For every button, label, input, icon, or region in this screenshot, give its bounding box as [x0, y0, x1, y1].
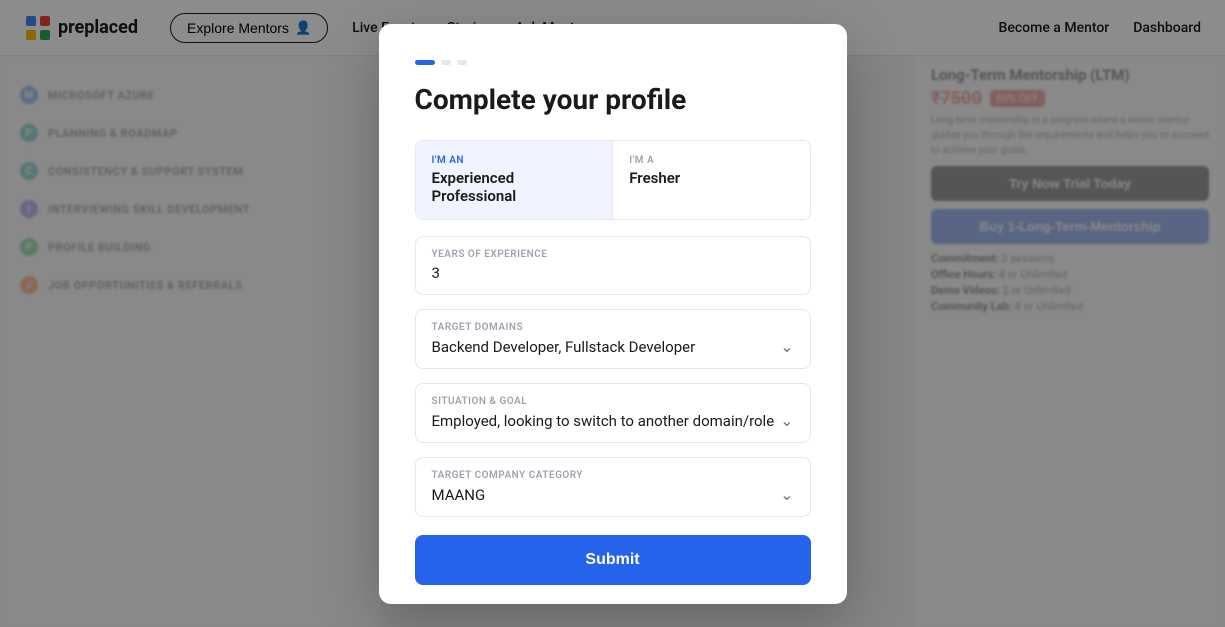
role-experienced-label: I'M AN [432, 155, 596, 166]
modal-overlay: Complete your profile I'M AN Experienced… [0, 0, 1225, 627]
chevron-down-icon-2: ⌄ [780, 411, 793, 430]
domains-label: TARGET DOMAINS [432, 322, 794, 333]
years-label: YEARS OF EXPERIENCE [432, 249, 794, 260]
submit-button[interactable]: Submit [415, 535, 811, 585]
company-value: MAANG [432, 486, 486, 504]
role-fresher-value: Fresher [629, 169, 793, 187]
progress-dot-inactive [441, 60, 451, 65]
role-experienced-value: Experienced Professional [432, 169, 596, 205]
role-experienced[interactable]: I'M AN Experienced Professional [416, 141, 612, 219]
situation-goal-field[interactable]: SITUATION & GOAL Employed, looking to sw… [415, 383, 811, 443]
role-fresher[interactable]: I'M A Fresher [613, 141, 809, 219]
progress-dot-inactive-2 [457, 60, 467, 65]
domains-value: Backend Developer, Fullstack Developer [432, 338, 696, 356]
chevron-down-icon-3: ⌄ [780, 485, 793, 504]
years-of-experience-field[interactable]: YEARS OF EXPERIENCE 3 [415, 236, 811, 295]
complete-profile-modal: Complete your profile I'M AN Experienced… [379, 24, 847, 604]
situation-label: SITUATION & GOAL [432, 396, 794, 407]
role-selector[interactable]: I'M AN Experienced Professional I'M A Fr… [415, 140, 811, 220]
progress-indicator [415, 60, 811, 65]
years-value: 3 [432, 264, 794, 282]
target-company-field[interactable]: TARGET COMPANY CATEGORY MAANG ⌄ [415, 457, 811, 517]
situation-value: Employed, looking to switch to another d… [432, 412, 775, 430]
role-fresher-label: I'M A [629, 155, 793, 166]
target-domains-field[interactable]: TARGET DOMAINS Backend Developer, Fullst… [415, 309, 811, 369]
modal-title: Complete your profile [415, 83, 811, 117]
company-label: TARGET COMPANY CATEGORY [432, 470, 794, 481]
chevron-down-icon: ⌄ [780, 337, 793, 356]
progress-dot-active [415, 60, 435, 65]
